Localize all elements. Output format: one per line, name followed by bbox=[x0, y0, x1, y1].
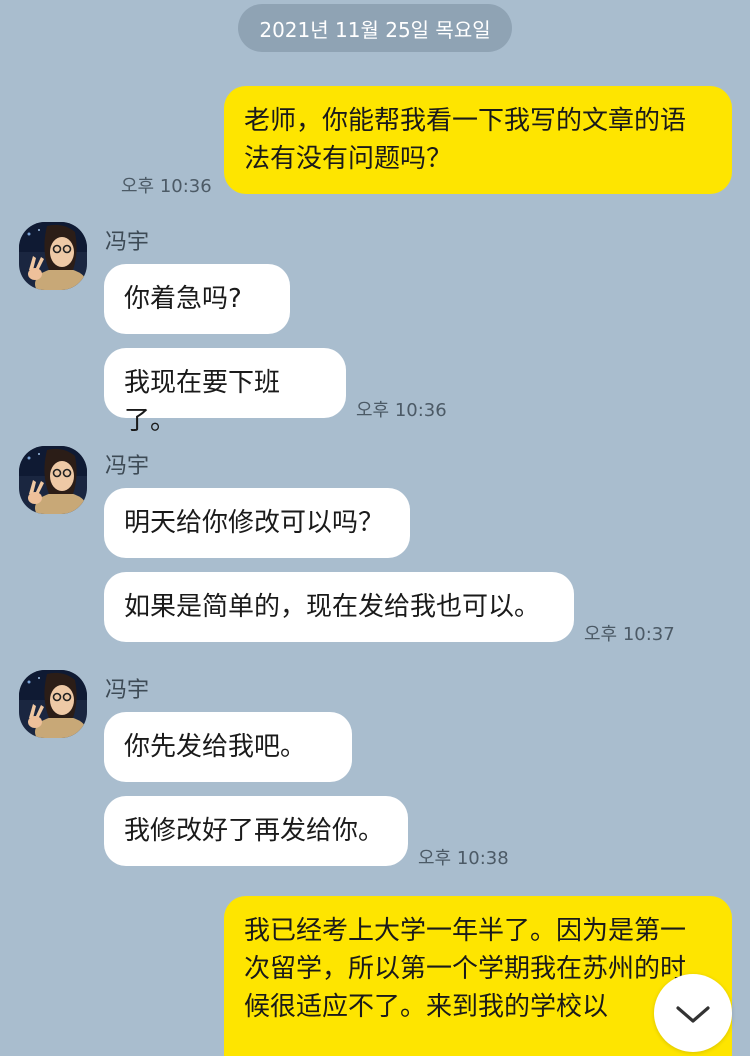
sender-name: 冯宇 bbox=[105, 230, 150, 255]
message-timestamp: 오후 10:38 bbox=[418, 848, 509, 869]
avatar[interactable] bbox=[19, 222, 87, 290]
message-bubble-received[interactable]: 你先发给我吧。 bbox=[104, 712, 352, 782]
message-bubble-received[interactable]: 我现在要下班了。 bbox=[104, 348, 346, 436]
avatar[interactable] bbox=[19, 670, 87, 738]
message-timestamp: 오후 10:36 bbox=[121, 176, 212, 197]
profile-photo bbox=[19, 222, 87, 290]
message-bubble-sent[interactable]: 老师，你能帮我看一下我写的文章的语 法有没有问题吗？ bbox=[224, 86, 732, 194]
sender-name: 冯宇 bbox=[105, 678, 150, 703]
message-bubble-received[interactable]: 你着急吗? bbox=[104, 264, 290, 334]
profile-photo bbox=[19, 446, 87, 514]
chevron-down-icon bbox=[676, 1006, 710, 1023]
message-bubble-received[interactable]: 如果是简单的，现在发给我也可以。 bbox=[104, 572, 574, 642]
scroll-down-button[interactable] bbox=[654, 974, 732, 1052]
date-divider: 2021년 11월 25일 목요일 bbox=[238, 4, 512, 52]
avatar[interactable] bbox=[19, 446, 87, 514]
message-timestamp: 오후 10:36 bbox=[356, 400, 447, 421]
message-bubble-received[interactable]: 明天给你修改可以吗？ bbox=[104, 488, 410, 558]
profile-photo bbox=[19, 670, 87, 738]
message-bubble-received[interactable]: 我修改好了再发给你。 bbox=[104, 796, 408, 866]
message-timestamp: 오후 10:37 bbox=[584, 624, 675, 645]
sender-name: 冯宇 bbox=[105, 454, 150, 479]
